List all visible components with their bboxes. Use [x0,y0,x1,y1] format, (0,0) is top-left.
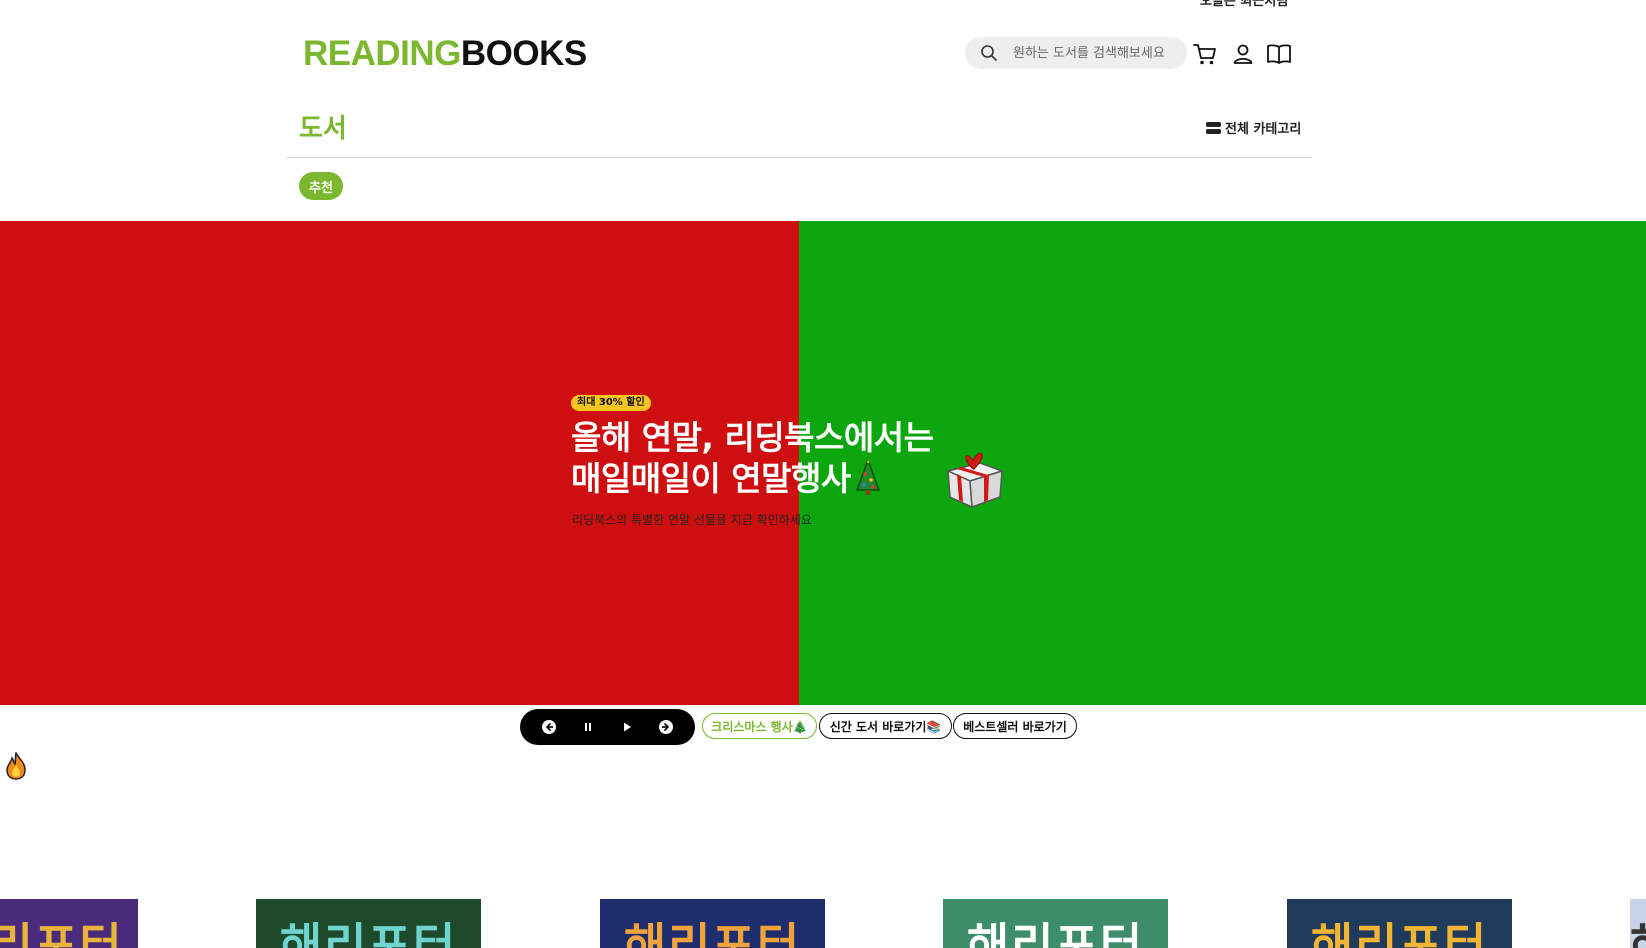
banner-subtext: 리딩북스의 특별한 연말 선물을 지금 확인하세요 [572,513,812,527]
fire-icon [6,752,26,780]
book-cover[interactable]: 해리포터 [1287,899,1512,948]
book-cover-title: 해리포터 [1630,909,1646,948]
book-cover[interactable]: 해리포터 [1630,899,1646,948]
all-categories-button[interactable]: 전체 카테고리 [1206,118,1301,137]
chip-bestseller[interactable]: 베스트셀러 바로가기 [953,713,1077,739]
cart-icon[interactable] [1192,41,1218,67]
prev-icon[interactable] [540,718,558,736]
christmas-tree-icon [855,458,880,495]
site-logo[interactable]: READINGBOOKS [303,34,587,74]
headline-line-2: 매일매일이 연말행사 [571,458,933,499]
book-cover-title: 해리포터 [1310,918,1489,948]
all-categories-label: 전체 카테고리 [1225,122,1302,137]
headline-line-1: 올해 연말, 리딩북스에서는 [571,418,934,457]
headline-line-2-text: 매일매일이 연말행사 [571,459,851,498]
banner-headline: 올해 연말, 리딩북스에서는 매일매일이 연말행사 [571,417,934,499]
top-link[interactable]: 오늘은 최근처럼 [1200,0,1288,9]
user-icon[interactable] [1230,41,1256,67]
gift-box-icon [945,452,1005,509]
section-title: 도서 [299,114,347,144]
book-cover[interactable]: 해리포터 [943,899,1168,948]
book-cover-title: 해리포터 [966,918,1145,948]
tab-recommend[interactable]: 추천 [299,172,343,200]
logo-reading: READING [303,34,461,73]
pause-icon[interactable] [579,718,597,736]
search-input[interactable] [1013,37,1183,69]
book-cover-title: 해리포터 [279,918,458,948]
discount-badge: 최대 30% 할인 [571,395,651,411]
search-bar[interactable] [965,37,1187,69]
chip-christmas-event[interactable]: 크리스마스 행사🎄 [702,713,817,739]
menu-icon [1206,121,1221,134]
logo-books: BOOKS [460,34,587,73]
hero-banner[interactable]: 최대 30% 할인 올해 연말, 리딩북스에서는 매일매일이 연말행사 리딩북스… [0,221,1646,705]
chip-new-books[interactable]: 신간 도서 바로가기📚 [819,713,952,739]
next-icon[interactable] [657,718,675,736]
book-cover[interactable]: 해리포터 [0,899,138,948]
book-cover[interactable]: 해리포터 [256,899,481,948]
book-cover-title: 해리포터 [0,918,124,948]
search-icon[interactable] [980,44,998,62]
slider-controls [520,709,695,745]
play-icon[interactable] [618,718,636,736]
book-open-icon[interactable] [1266,41,1292,67]
book-cover[interactable]: 해리포터 [600,899,825,948]
divider [286,157,1312,158]
book-cover-title: 해리포터 [623,918,802,948]
